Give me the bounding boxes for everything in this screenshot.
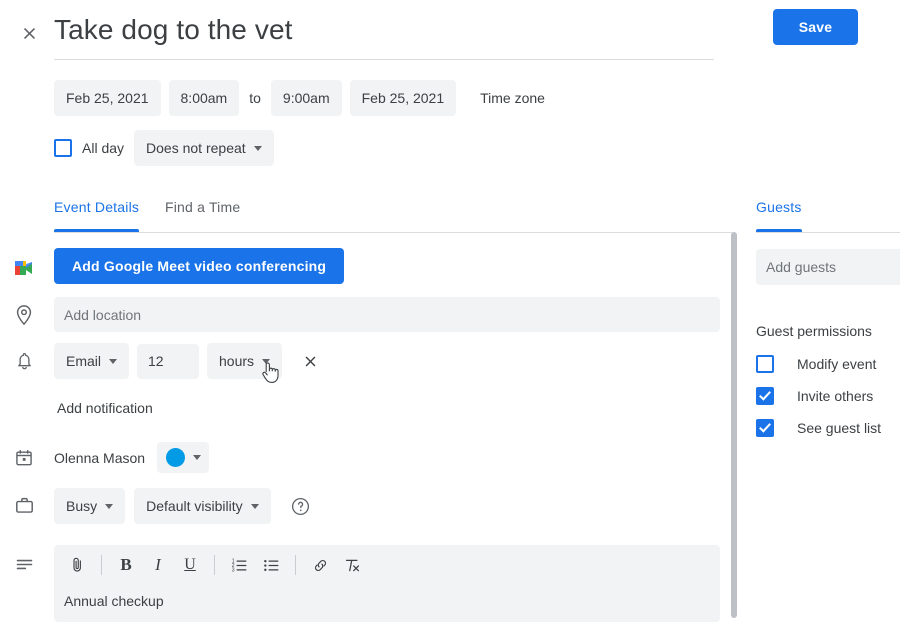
- tab-event-details[interactable]: Event Details: [54, 199, 139, 231]
- description-text[interactable]: Annual checkup: [54, 585, 720, 609]
- add-google-meet-button[interactable]: Add Google Meet video conferencing: [54, 248, 344, 284]
- permission-modify-event[interactable]: Modify event: [756, 355, 876, 373]
- visibility-value: Default visibility: [146, 498, 242, 514]
- chevron-down-icon: [105, 504, 113, 509]
- description-lines-icon: [12, 552, 36, 576]
- guests-tab-bar: Guests: [756, 199, 900, 233]
- calendar-icon: [12, 446, 36, 470]
- timezone-button[interactable]: Time zone: [480, 90, 545, 106]
- all-day-label: All day: [82, 140, 124, 156]
- save-button[interactable]: Save: [773, 9, 858, 45]
- to-label: to: [247, 90, 263, 106]
- bell-icon: [12, 349, 36, 373]
- allday-row: All day Does not repeat: [54, 130, 274, 166]
- chevron-down-icon: [254, 146, 262, 151]
- chevron-down-icon: [109, 359, 117, 364]
- toolbar-divider: [295, 555, 296, 575]
- tab-guests[interactable]: Guests: [756, 199, 802, 231]
- briefcase-icon: [12, 493, 36, 517]
- invite-others-checkbox[interactable]: [756, 387, 774, 405]
- schedule-row: Feb 25, 2021 8:00am to 9:00am Feb 25, 20…: [54, 80, 545, 116]
- tab-bar: Event Details Find a Time: [54, 199, 732, 233]
- end-time-field[interactable]: 9:00am: [271, 80, 342, 116]
- help-circle-icon[interactable]: [289, 494, 313, 518]
- permission-label: Invite others: [797, 388, 873, 404]
- scrollbar-thumb[interactable]: [731, 232, 737, 618]
- calendar-owner-name: Olenna Mason: [54, 450, 145, 466]
- notification-unit-dropdown[interactable]: hours: [207, 343, 282, 379]
- description-editor: B I U 1 2 3: [54, 545, 720, 622]
- description-toolbar: B I U 1 2 3: [54, 545, 720, 585]
- close-button[interactable]: [12, 16, 46, 50]
- availability-dropdown[interactable]: Busy: [54, 488, 125, 524]
- see-guest-list-checkbox[interactable]: [756, 419, 774, 437]
- bulleted-list-icon[interactable]: [256, 550, 286, 580]
- permission-label: See guest list: [797, 420, 881, 436]
- chevron-down-icon: [251, 504, 259, 509]
- notification-method-value: Email: [66, 353, 101, 369]
- bold-icon[interactable]: B: [111, 550, 141, 580]
- link-icon[interactable]: [305, 550, 335, 580]
- repeat-value: Does not repeat: [146, 140, 246, 156]
- main-scrollbar[interactable]: [728, 228, 740, 622]
- google-meet-icon: [12, 256, 36, 280]
- remove-notification-button[interactable]: [298, 349, 322, 373]
- permission-label: Modify event: [797, 356, 876, 372]
- calendar-owner-row: Olenna Mason: [54, 442, 209, 473]
- tab-find-a-time[interactable]: Find a Time: [165, 199, 240, 231]
- underline-icon[interactable]: U: [175, 550, 205, 580]
- chevron-down-icon: [193, 455, 201, 460]
- end-date-field[interactable]: Feb 25, 2021: [350, 80, 457, 116]
- add-notification-button[interactable]: Add notification: [57, 400, 153, 416]
- event-editor-window: Take dog to the vet Save Feb 25, 2021 8:…: [0, 0, 900, 622]
- close-icon: [302, 353, 319, 370]
- notification-amount-input[interactable]: 12: [137, 344, 199, 379]
- all-day-checkbox[interactable]: [54, 139, 72, 157]
- numbered-list-icon[interactable]: 1 2 3: [224, 550, 254, 580]
- close-icon: [20, 24, 39, 43]
- availability-row: Busy Default visibility: [54, 488, 313, 524]
- toolbar-divider: [101, 555, 102, 575]
- page-title[interactable]: Take dog to the vet: [54, 10, 714, 60]
- location-input[interactable]: Add location: [54, 297, 720, 332]
- modify-event-checkbox[interactable]: [756, 355, 774, 373]
- notification-method-dropdown[interactable]: Email: [54, 343, 129, 379]
- visibility-dropdown[interactable]: Default visibility: [134, 488, 270, 524]
- start-time-field[interactable]: 8:00am: [169, 80, 240, 116]
- chevron-down-icon: [262, 359, 270, 364]
- event-color-dropdown[interactable]: [157, 442, 209, 473]
- start-date-field[interactable]: Feb 25, 2021: [54, 80, 161, 116]
- svg-text:3: 3: [231, 567, 234, 573]
- repeat-dropdown[interactable]: Does not repeat: [134, 130, 274, 166]
- location-pin-icon: [12, 303, 36, 327]
- notification-unit-value: hours: [219, 353, 254, 369]
- remove-formatting-icon[interactable]: [337, 550, 367, 580]
- add-guests-input[interactable]: Add guests: [756, 249, 900, 285]
- availability-value: Busy: [66, 498, 97, 514]
- event-color-swatch: [166, 448, 185, 467]
- permission-invite-others[interactable]: Invite others: [756, 387, 873, 405]
- toolbar-divider: [214, 555, 215, 575]
- notification-row: Email 12 hours: [54, 343, 322, 379]
- guest-permissions-title: Guest permissions: [756, 323, 872, 339]
- attach-icon[interactable]: [62, 550, 92, 580]
- permission-see-guest-list[interactable]: See guest list: [756, 419, 881, 437]
- italic-icon[interactable]: I: [143, 550, 173, 580]
